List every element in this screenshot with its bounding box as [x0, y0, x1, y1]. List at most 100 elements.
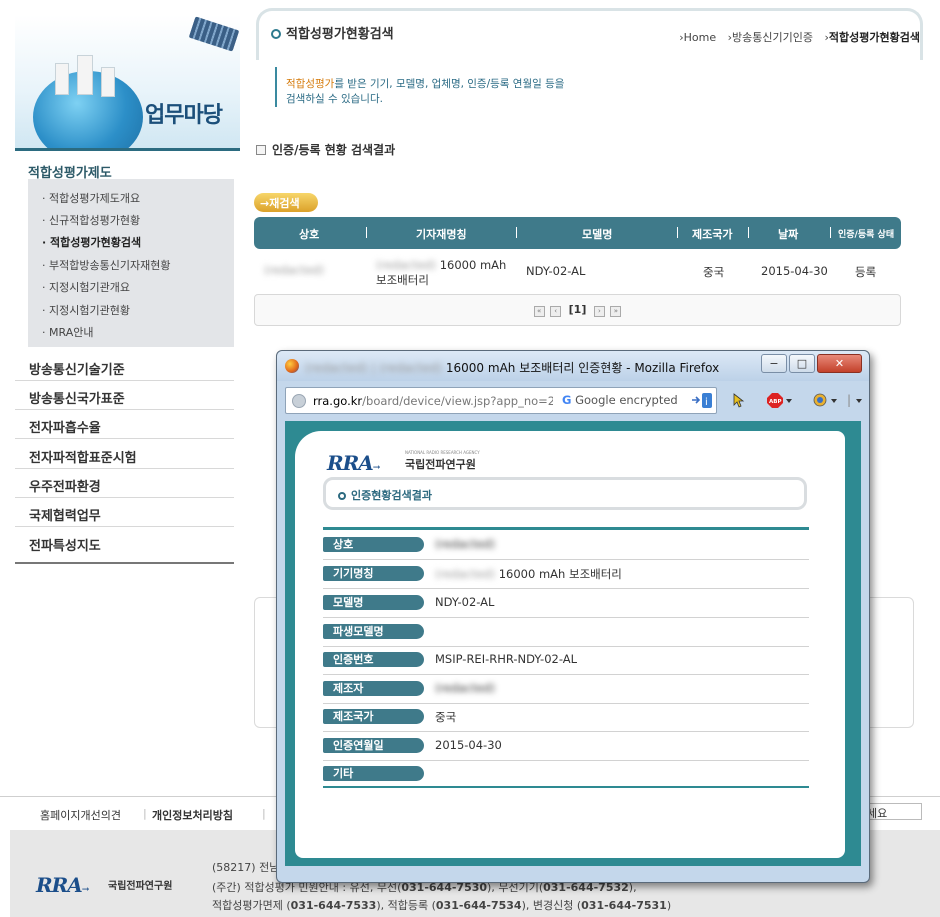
globe-icon: [292, 394, 306, 408]
detail-key: 모델명: [323, 595, 424, 610]
firefox-icon: [285, 359, 299, 373]
footer-org-name: 국립전파연구원: [108, 881, 173, 892]
footer-logo: RRA→: [36, 873, 89, 897]
company-cell: (redacted): [264, 263, 325, 277]
equipment-cell[interactable]: (redacted) 16000 mAh 보조배터리: [376, 258, 516, 288]
detail-key: 인증번호: [323, 652, 424, 667]
footer-contact-line: 적합성평가면제 (031-644-7533), 적합등록 (031-644-75…: [212, 899, 672, 912]
menu-divider: |: [847, 393, 852, 407]
popup-titlebar[interactable]: (redacted) | (redacted) 16000 mAh 보조배터리 …: [277, 351, 869, 381]
column-separator: [830, 227, 831, 238]
first-page-icon[interactable]: «: [533, 306, 545, 317]
sidebar-section-title[interactable]: 적합성평가제도: [15, 156, 234, 181]
detail-value: (redacted) 16000 mAh 보조배터리: [435, 567, 622, 581]
cursor-icon[interactable]: [733, 393, 745, 411]
detail-value: MSIP-REI-RHR-NDY-02-AL: [435, 652, 577, 666]
sidebar-subitem[interactable]: · 적합성평가제도개요: [42, 190, 140, 206]
svg-text:ABP: ABP: [769, 399, 781, 405]
detail-row-derived-model: 파생모델명: [323, 618, 809, 647]
sidebar-submenu: · 적합성평가제도개요 · 신규적합성평가현황 · 적합성평가현황검색 · 부적…: [28, 179, 234, 347]
rra-logo: RRA→: [327, 451, 380, 475]
sidebar-subitem[interactable]: · 지정시험기관현황: [42, 302, 130, 318]
sidebar-subitem[interactable]: · 신규적합성평가현황: [42, 212, 140, 228]
prev-page-icon[interactable]: ‹: [550, 306, 562, 317]
sidebar-item[interactable]: 우주전파환경: [15, 469, 234, 498]
footer-address: (58217) 전남: [212, 861, 280, 874]
translate-icon[interactable]: i: [690, 392, 713, 409]
detail-row-manufacturer: 제조자 (redacted): [323, 675, 809, 704]
sidebar-item[interactable]: 방송통신국가표준: [15, 381, 234, 410]
detail-value: 2015-04-30: [435, 738, 502, 752]
maximize-button[interactable]: □: [789, 354, 815, 373]
column-header: 기자재명칭: [416, 228, 467, 241]
detail-key: 인증연월일: [323, 738, 424, 753]
building-illustration: [77, 55, 93, 95]
column-separator: [516, 227, 517, 238]
breadcrumb: ›Home ›방송통신기기인증 ›적합성평가현황검색: [671, 29, 920, 45]
footer-divider: |: [143, 807, 147, 820]
extension-icon[interactable]: [813, 393, 839, 411]
detail-value: (redacted): [435, 681, 496, 695]
overflow-menu-icon[interactable]: [855, 393, 863, 411]
sidebar-subitem[interactable]: · 지정시험기관개요: [42, 279, 130, 295]
pagination: « ‹ [1] › »: [254, 294, 901, 326]
circle-bullet-icon: [271, 29, 281, 39]
close-button[interactable]: ✕: [817, 354, 862, 373]
column-separator: [366, 227, 367, 238]
current-page[interactable]: [1]: [569, 303, 587, 316]
column-header: 제조국가: [692, 228, 733, 241]
results-heading: 인증/등록 현황 검색결과: [256, 141, 395, 158]
section-tab: 인증현황검색결과: [323, 477, 807, 510]
sidebar-title: 업무마당: [145, 103, 223, 128]
sidebar-item[interactable]: 방송통신기술기준: [15, 352, 234, 381]
popup-window: (redacted) | (redacted) 16000 mAh 보조배터리 …: [276, 350, 870, 883]
column-separator: [748, 227, 749, 238]
circle-bullet-icon: [338, 492, 346, 500]
detail-key: 제조자: [323, 681, 424, 696]
adblock-icon[interactable]: ABP: [767, 393, 793, 411]
org-name-english: NATIONAL RADIO RESEARCH AGENCY: [405, 450, 480, 455]
column-header: 모델명: [582, 228, 613, 241]
column-separator: [677, 227, 678, 238]
page-title: 적합성평가현황검색: [271, 23, 394, 42]
sidebar-item[interactable]: 전자파흡수율: [15, 410, 234, 439]
svg-text:i: i: [705, 397, 708, 408]
breadcrumb-home[interactable]: ›Home: [679, 31, 716, 44]
footer-divider: |: [262, 807, 266, 820]
certification-detail-sheet: RRA→ NATIONAL RADIO RESEARCH AGENCY 국립전파…: [295, 431, 845, 858]
results-table-header: 상호 기자재명칭 모델명 제조국가 날짜 인증/등록 상태: [254, 217, 901, 249]
footer-link-privacy[interactable]: 개인정보처리방침: [152, 807, 233, 823]
sidebar-subitem-active[interactable]: · 적합성평가현황검색: [42, 234, 141, 250]
detail-value: (redacted): [435, 537, 496, 551]
footer-link[interactable]: 홈페이지개선의견: [40, 807, 121, 823]
sidebar-subitem[interactable]: · MRA안내: [42, 324, 93, 340]
status-cell: 등록: [855, 265, 877, 279]
detail-row-company: 상호 (redacted): [323, 531, 809, 560]
next-page-icon[interactable]: ›: [593, 306, 605, 317]
redacted-prefix: (redacted): [376, 258, 437, 272]
detail-row-cert-date: 인증연월일 2015-04-30: [323, 732, 809, 761]
sidebar-item[interactable]: 국제협력업무: [15, 498, 234, 527]
sidebar-item[interactable]: 전자파적합표준시험: [15, 440, 234, 469]
detail-row-equipment: 기기명칭 (redacted) 16000 mAh 보조배터리: [323, 560, 809, 589]
footer-search-input[interactable]: 세요: [862, 803, 922, 820]
org-name: 국립전파연구원: [405, 458, 476, 471]
last-page-icon[interactable]: »: [610, 306, 622, 317]
building-illustration: [101, 67, 115, 97]
breadcrumb-category[interactable]: ›방송통신기기인증: [728, 31, 813, 44]
detail-key: 기타: [323, 766, 424, 781]
address-bar[interactable]: rra.go.kr/board/device/view.jsp?app_no=2…: [285, 387, 717, 414]
column-header: 인증/등록 상태: [838, 230, 895, 240]
breadcrumb-current: ›적합성평가현황검색: [824, 31, 921, 44]
sidebar-item[interactable]: 전파특성지도: [15, 528, 234, 557]
table-row[interactable]: (redacted) (redacted) 16000 mAh 보조배터리 ND…: [254, 249, 901, 293]
minimize-button[interactable]: −: [761, 354, 787, 373]
url-text[interactable]: rra.go.kr/board/device/view.jsp?app_no=2…: [313, 394, 553, 408]
detail-key: 제조국가: [323, 709, 424, 724]
research-button[interactable]: →재검색: [254, 193, 318, 212]
page-header: 적합성평가현황검색 ›Home ›방송통신기기인증 ›적합성평가현황검색: [256, 8, 923, 60]
sidebar-subitem[interactable]: · 부적합방송통신기자재현황: [42, 257, 170, 273]
column-header: 날짜: [778, 228, 799, 241]
detail-key: 상호: [323, 537, 424, 552]
search-engine-label[interactable]: G Google encrypted: [562, 393, 678, 407]
